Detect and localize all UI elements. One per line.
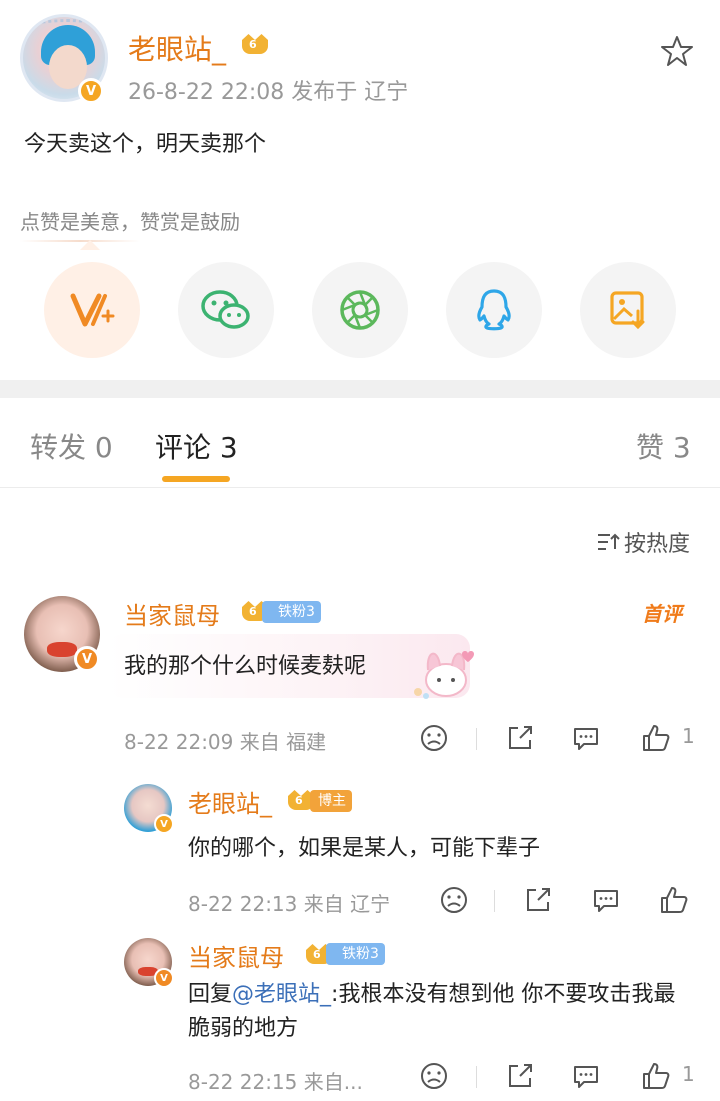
verified-icon: V (78, 78, 104, 104)
tab-comments[interactable]: 评论 3 (155, 426, 238, 466)
first-comment-tag: 首评 (642, 602, 682, 626)
star-icon[interactable] (660, 34, 694, 68)
tip-arrow (80, 240, 100, 250)
fan-badge: 铁粉3 (326, 943, 385, 965)
active-tab-indicator (162, 476, 230, 482)
like-count: 1 (682, 724, 695, 748)
crown-icon: 6 (236, 30, 274, 58)
sort-label: 按热度 (624, 532, 691, 557)
reply-icon[interactable] (570, 722, 602, 754)
dislike-face-icon[interactable] (438, 884, 470, 916)
fan-badge: 铁粉3 (262, 601, 321, 623)
like-icon[interactable] (640, 1060, 672, 1092)
section-divider (0, 380, 720, 398)
repost-icon[interactable] (504, 722, 536, 754)
post-header: V 老眼站_ 6 26-8-22 22:08 发布于 辽宁 (0, 0, 720, 120)
author-name[interactable]: 老眼站_ (128, 28, 226, 68)
owner-badge: 博主 (310, 790, 352, 812)
commenter-name[interactable]: 当家鼠母 (124, 596, 220, 631)
vplus-reward-icon (70, 293, 115, 327)
verified-icon: V (154, 968, 174, 988)
reply-icon[interactable] (590, 884, 622, 916)
wechat-share-button[interactable] (178, 262, 274, 358)
save-image-icon (610, 291, 645, 330)
moments-share-button[interactable] (312, 262, 408, 358)
sort-icon (598, 533, 620, 550)
verified-icon: V (154, 814, 174, 834)
post-meta: 26-8-22 22:08 发布于 辽宁 (128, 80, 409, 105)
replier-name[interactable]: 当家鼠母 (188, 938, 284, 973)
reply-icon[interactable] (570, 1060, 602, 1092)
share-row (0, 262, 720, 358)
comment-time: 8-22 22:09 来自 福建 (124, 730, 327, 754)
reply-time: 8-22 22:13 来自 辽宁 (188, 892, 391, 916)
qq-icon (477, 289, 511, 331)
moments-icon (340, 290, 380, 330)
dislike-face-icon[interactable] (418, 722, 450, 754)
vplus-reward-button[interactable] (44, 262, 140, 358)
repost-icon[interactable] (522, 884, 554, 916)
wechat-icon (201, 290, 250, 329)
like-icon[interactable] (658, 884, 690, 916)
save-image-button[interactable] (580, 262, 676, 358)
sort-button[interactable]: 按热度 (596, 526, 690, 558)
melody-sticker-icon (414, 651, 474, 699)
tab-repost[interactable]: 转发 0 (30, 426, 113, 466)
replier-name[interactable]: 老眼站_ (188, 784, 272, 819)
like-icon[interactable] (640, 722, 672, 754)
reward-tip: 点赞是美意，赞赏是鼓励 (20, 210, 240, 234)
mention-link[interactable]: @老眼站_ (232, 982, 331, 1007)
reply-time: 8-22 22:15 来自... (188, 1070, 363, 1094)
qq-share-button[interactable] (446, 262, 542, 358)
like-count: 1 (682, 1062, 695, 1086)
reply-text: 你的哪个，如果是某人，可能下辈子 (188, 836, 541, 861)
verified-icon: V (74, 646, 100, 672)
reply-actions: 1 (418, 1060, 718, 1096)
repost-icon[interactable] (504, 1060, 536, 1092)
post-text: 今天卖这个，明天卖那个 (24, 132, 267, 157)
reply-actions (438, 884, 718, 920)
comment-text: 我的那个什么时候麦麸呢 (124, 654, 367, 679)
detail-tabs: 转发 0 评论 3 赞 3 (0, 398, 720, 488)
tab-likes[interactable]: 赞 3 (636, 426, 691, 466)
dislike-face-icon[interactable] (418, 1060, 450, 1092)
reply-text: 回复@老眼站_:我根本没有想到他 你不要攻击我最脆弱的地方 (188, 982, 676, 1041)
comment-actions: 1 (418, 722, 718, 758)
